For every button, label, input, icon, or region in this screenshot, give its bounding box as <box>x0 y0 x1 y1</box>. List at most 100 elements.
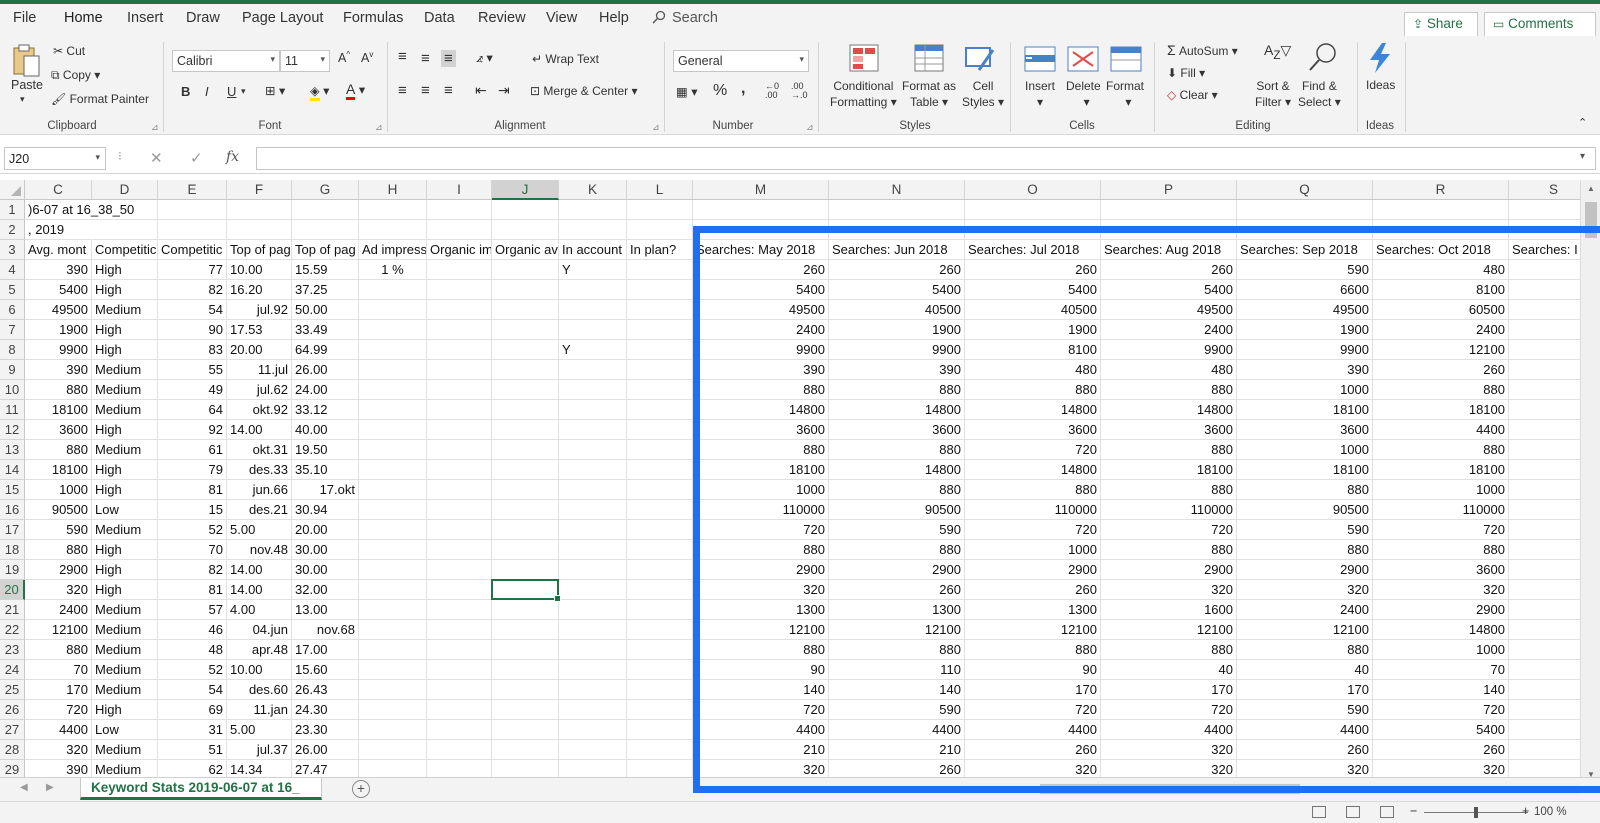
cell-l12[interactable] <box>627 420 693 440</box>
cell-f23[interactable]: apr.48 <box>227 640 292 660</box>
cell-i21[interactable] <box>427 600 492 620</box>
cell-j11[interactable] <box>492 400 559 420</box>
column-header-o[interactable]: O <box>965 180 1101 200</box>
align-top-icon[interactable]: ≡ <box>398 48 407 65</box>
italic-button[interactable]: I <box>205 84 209 99</box>
cell-k10[interactable] <box>559 380 627 400</box>
cell-f5[interactable]: 16.20 <box>227 280 292 300</box>
column-header-k[interactable]: K <box>559 180 627 200</box>
cell-e27[interactable]: 31 <box>158 720 227 740</box>
cell-d23[interactable]: Medium <box>92 640 158 660</box>
cell-l20[interactable] <box>627 580 693 600</box>
cell-c16[interactable]: 90500 <box>25 500 92 520</box>
cell-o21[interactable]: 1300 <box>965 600 1101 620</box>
cell-p18[interactable]: 880 <box>1101 540 1237 560</box>
cell-n2[interactable] <box>829 220 965 240</box>
worksheet-grid[interactable]: C D E F G H I J K L M N O P Q R S 1)6-07 at 16_38_50 2, 20… <box>0 180 1600 777</box>
cell-q18[interactable]: 880 <box>1237 540 1373 560</box>
row-header-3[interactable]: 3 <box>0 240 25 260</box>
cell-f26[interactable]: 11.jan <box>227 700 292 720</box>
cell-h29[interactable] <box>359 760 427 777</box>
cell-e4[interactable]: 77 <box>158 260 227 280</box>
cell-r11[interactable]: 18100 <box>1373 400 1509 420</box>
prev-sheet-icon[interactable]: ◀ <box>20 782 28 793</box>
chevron-down-icon[interactable]: ▾ <box>241 86 246 97</box>
cell-k14[interactable] <box>559 460 627 480</box>
cell-o5[interactable]: 5400 <box>965 280 1101 300</box>
cell-d22[interactable]: Medium <box>92 620 158 640</box>
cell-k22[interactable] <box>559 620 627 640</box>
cell-r22[interactable]: 14800 <box>1373 620 1509 640</box>
row-header-9[interactable]: 9 <box>0 360 25 380</box>
cell-e28[interactable]: 51 <box>158 740 227 760</box>
cell-e8[interactable]: 83 <box>158 340 227 360</box>
cell-g13[interactable]: 19.50 <box>292 440 359 460</box>
cell-r29[interactable]: 320 <box>1373 760 1509 777</box>
cell-e20[interactable]: 81 <box>158 580 227 600</box>
cell-p6[interactable]: 49500 <box>1101 300 1237 320</box>
menu-insert[interactable]: Insert <box>127 10 163 26</box>
cell-d17[interactable]: Medium <box>92 520 158 540</box>
cell-p4[interactable]: 260 <box>1101 260 1237 280</box>
cell-f24[interactable]: 10.00 <box>227 660 292 680</box>
row-header-14[interactable]: 14 <box>0 460 25 480</box>
row-header-8[interactable]: 8 <box>0 340 25 360</box>
cell-i17[interactable] <box>427 520 492 540</box>
cell-o3[interactable]: Searches: Jul 2018 <box>965 240 1101 260</box>
cell-r26[interactable]: 720 <box>1373 700 1509 720</box>
cell-l15[interactable] <box>627 480 693 500</box>
cell-e21[interactable]: 57 <box>158 600 227 620</box>
cell-r13[interactable]: 880 <box>1373 440 1509 460</box>
cell-m18[interactable]: 880 <box>693 540 829 560</box>
cell-h7[interactable] <box>359 320 427 340</box>
cell-p7[interactable]: 2400 <box>1101 320 1237 340</box>
horizontal-scrollbar[interactable] <box>960 783 1580 795</box>
cell-l2[interactable] <box>627 220 693 240</box>
align-right-icon[interactable]: ≡ <box>444 82 453 99</box>
cell-f29[interactable]: 14.34 <box>227 760 292 777</box>
row-header-1[interactable]: 1 <box>0 200 25 220</box>
cell-l3[interactable]: In plan? <box>627 240 693 260</box>
cell-k6[interactable] <box>559 300 627 320</box>
cell-i2[interactable] <box>427 220 492 240</box>
cell-q12[interactable]: 3600 <box>1237 420 1373 440</box>
cell-k16[interactable] <box>559 500 627 520</box>
comma-style-icon[interactable]: , <box>741 80 745 98</box>
cell-l4[interactable] <box>627 260 693 280</box>
cell-e1[interactable] <box>158 200 227 220</box>
cell-e16[interactable]: 15 <box>158 500 227 520</box>
zoom-slider-thumb[interactable] <box>1474 807 1478 818</box>
cell-c3[interactable]: Avg. mont <box>25 240 92 260</box>
orientation-icon[interactable]: ⦨ ▾ <box>476 50 493 66</box>
cell-l11[interactable] <box>627 400 693 420</box>
cell-n25[interactable]: 140 <box>829 680 965 700</box>
decrease-indent-icon[interactable]: ⇤ <box>475 82 487 99</box>
insert-button[interactable]: Insert ▾ <box>1025 78 1055 110</box>
cell-m11[interactable]: 14800 <box>693 400 829 420</box>
column-header-e[interactable]: E <box>158 180 227 200</box>
cell-g15[interactable]: 17.okt <box>292 480 359 500</box>
cell-j2[interactable] <box>492 220 559 240</box>
autosum-button[interactable]: Σ AutoSum ▾ <box>1167 42 1238 58</box>
row-header-2[interactable]: 2 <box>0 220 25 240</box>
cell-d2[interactable] <box>92 220 158 240</box>
cell-j5[interactable] <box>492 280 559 300</box>
cell-q28[interactable]: 260 <box>1237 740 1373 760</box>
zoom-in-icon[interactable]: + <box>1522 804 1529 818</box>
cell-m7[interactable]: 2400 <box>693 320 829 340</box>
cell-m21[interactable]: 1300 <box>693 600 829 620</box>
cell-p10[interactable]: 880 <box>1101 380 1237 400</box>
wrap-text-button[interactable]: ↵ Wrap Text <box>532 52 599 66</box>
cell-f16[interactable]: des.21 <box>227 500 292 520</box>
cell-i10[interactable] <box>427 380 492 400</box>
cell-p28[interactable]: 320 <box>1101 740 1237 760</box>
cell-h27[interactable] <box>359 720 427 740</box>
cell-d20[interactable]: High <box>92 580 158 600</box>
cell-k27[interactable] <box>559 720 627 740</box>
column-header-d[interactable]: D <box>92 180 158 200</box>
row-header-25[interactable]: 25 <box>0 680 25 700</box>
cell-l28[interactable] <box>627 740 693 760</box>
cell-f6[interactable]: jul.92 <box>227 300 292 320</box>
align-left-icon[interactable]: ≡ <box>398 82 407 99</box>
cell-p13[interactable]: 880 <box>1101 440 1237 460</box>
